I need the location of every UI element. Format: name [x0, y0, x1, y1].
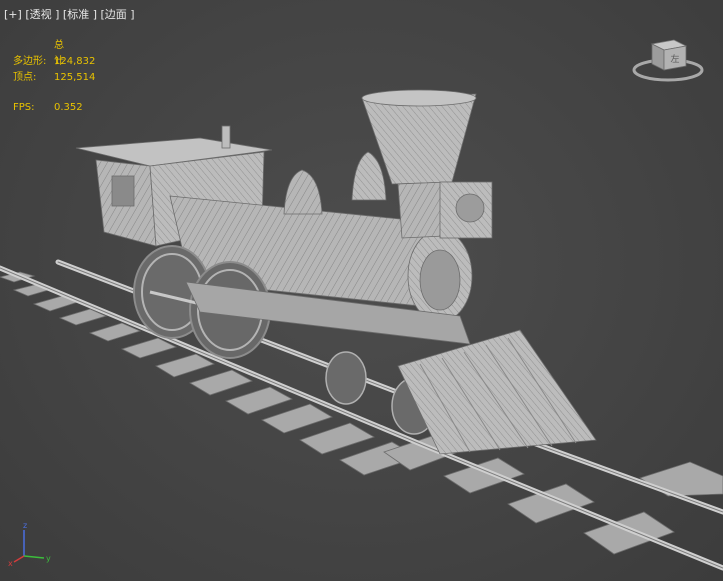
- axis-z-label: z: [23, 521, 27, 530]
- axis-y-label: y: [46, 554, 51, 563]
- viewcube[interactable]: 左: [632, 36, 704, 84]
- axis-x-label: x: [8, 559, 13, 568]
- scene-render: [0, 89, 723, 571]
- viewcube-face-label: 左: [670, 53, 679, 65]
- locomotive-cowcatcher: [397, 329, 597, 455]
- perspective-viewport[interactable]: [+] [透视 ] [标准 ] [边面 ] 总计 多边形: 124,832 顶点…: [0, 0, 723, 581]
- axis-tripod-icon: z y x: [8, 521, 51, 568]
- locomotive-headlamp: [439, 181, 493, 239]
- locomotive-model[interactable]: [75, 89, 597, 455]
